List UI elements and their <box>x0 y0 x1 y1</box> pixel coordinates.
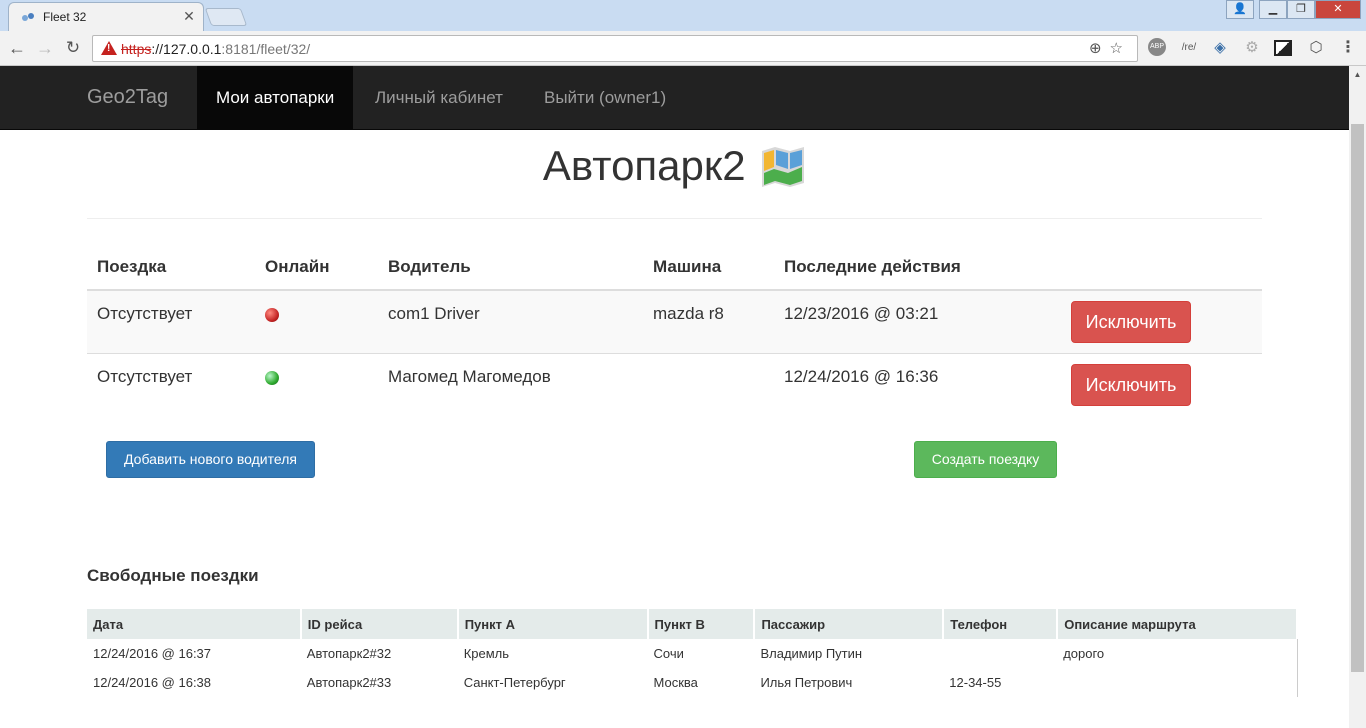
drivers-table: Поездка Онлайн Водитель Машина Последние… <box>87 244 1262 416</box>
header-online: Онлайн <box>255 244 378 291</box>
free-trips-header: Дата ID рейса Пункт А Пункт В Пассажир Т… <box>87 609 1298 639</box>
row-online <box>255 352 378 416</box>
row-last-action: 12/24/2016 @ 16:36 <box>774 352 1061 416</box>
browser-menu-icon[interactable]: ⋮ <box>1340 38 1356 58</box>
page-header: Автопарк2 <box>0 142 1349 190</box>
scroll-up-icon[interactable]: ▲ <box>1349 66 1366 83</box>
header-passenger[interactable]: Пассажир <box>754 609 945 639</box>
minimize-icon[interactable]: ▁ <box>1259 0 1287 19</box>
create-trip-button[interactable]: Создать поездку <box>914 441 1057 478</box>
header-flight-id[interactable]: ID рейса <box>300 609 459 639</box>
new-tab-button[interactable] <box>204 8 248 26</box>
row-trip: Отсутствует <box>87 352 255 416</box>
cell-route-description: дорого <box>1063 646 1105 661</box>
page-title: Автопарк2 <box>542 142 746 189</box>
nav-logout[interactable]: Выйти (owner1) <box>525 66 685 129</box>
nav-my-fleets[interactable]: Мои автопарки <box>197 66 354 129</box>
header-date[interactable]: Дата <box>87 609 302 639</box>
online-status-icon <box>265 370 279 385</box>
add-driver-button[interactable]: Добавить нового водителя <box>106 441 315 478</box>
drivers-table-header: Поездка Онлайн Водитель Машина Последние… <box>87 244 1262 291</box>
table-row[interactable]: 12/24/2016 @ 16:37 Автопарк2#32 Кремль С… <box>87 639 1297 668</box>
adblock-extension-icon[interactable]: ABP <box>1148 38 1166 56</box>
url-path: :8181/fleet/32/ <box>221 41 311 57</box>
regex-extension-icon[interactable]: /re/ <box>1178 38 1200 58</box>
header-last-action: Последние действия <box>774 244 1061 291</box>
cell-flight-id: Автопарк2#33 <box>306 675 392 690</box>
cell-route-description <box>1057 668 1297 697</box>
table-row: Отсутствует Магомед Магомедов 12/24/2016… <box>87 352 1262 416</box>
row-driver: Магомед Магомедов <box>378 352 643 416</box>
geo2tag-favicon-icon <box>22 13 34 21</box>
address-bar[interactable]: https://127.0.0.1:8181/fleet/32/ ⊕☆ <box>92 35 1138 62</box>
exclude-driver-button[interactable]: Исключить <box>1071 300 1191 343</box>
row-car <box>643 352 774 416</box>
table-right-border <box>1297 639 1298 697</box>
close-window-icon[interactable]: ✕ <box>1315 0 1361 19</box>
row-actions: Исключить <box>1061 352 1262 416</box>
cell-point-a: Санкт-Петербург <box>463 675 566 690</box>
row-trip: Отсутствует <box>87 289 255 353</box>
brand-logo[interactable]: Geo2Tag <box>87 86 168 109</box>
bookmark-star-icon[interactable]: ☆ <box>1110 40 1131 57</box>
cell-passenger: Владимир Путин <box>760 646 863 661</box>
forward-arrow-icon[interactable]: → <box>34 37 56 59</box>
cell-date: 12/24/2016 @ 16:37 <box>93 646 212 661</box>
table-row: Отсутствует com1 Driver mazda r8 12/23/2… <box>87 289 1262 353</box>
reload-icon[interactable]: ↻ <box>62 37 84 59</box>
url-text[interactable]: https://127.0.0.1:8181/fleet/32/ <box>121 41 310 57</box>
zoom-icon[interactable]: ⊕ <box>1089 40 1110 57</box>
browser-titlebar: Fleet 32 ✕ 👤 ▁ ❐ ✕ <box>0 0 1366 31</box>
extension-gear-icon[interactable]: ⚙ <box>1242 38 1262 58</box>
insecure-warning-icon[interactable] <box>101 41 117 55</box>
cell-flight-id: Автопарк2#32 <box>306 646 392 661</box>
maximize-icon[interactable]: ❐ <box>1287 0 1315 19</box>
map-icon[interactable] <box>760 145 806 187</box>
browser-tab[interactable]: Fleet 32 ✕ <box>8 2 204 31</box>
extension-shield-icon[interactable]: ◈ <box>1210 38 1230 58</box>
header-driver: Водитель <box>378 244 643 291</box>
header-point-a[interactable]: Пункт А <box>457 609 649 639</box>
site-navbar: Geo2Tag Мои автопарки Личный кабинет Вый… <box>0 66 1349 130</box>
page-scrollbar[interactable]: ▲ <box>1349 66 1366 728</box>
offline-status-icon <box>265 308 279 322</box>
back-arrow-icon[interactable]: ← <box>6 37 28 59</box>
extension-contrast-icon[interactable] <box>1274 40 1292 56</box>
cell-passenger: Илья Петрович <box>760 675 853 690</box>
header-point-b[interactable]: Пункт В <box>647 609 756 639</box>
extension-hex-icon[interactable]: ⬡ <box>1306 38 1326 58</box>
header-actions <box>1061 244 1262 291</box>
row-actions: Исключить <box>1061 289 1262 353</box>
title-divider <box>87 218 1262 219</box>
row-driver: com1 Driver <box>378 289 643 353</box>
free-trips-title: Свободные поездки <box>87 566 259 585</box>
cell-point-b: Москва <box>653 675 698 690</box>
nav-personal-cabinet[interactable]: Личный кабинет <box>356 66 522 129</box>
url-protocol: https <box>121 41 152 57</box>
header-route-description[interactable]: Описание маршрута <box>1057 609 1298 639</box>
header-phone[interactable]: Телефон <box>943 609 1059 639</box>
profile-icon[interactable]: 👤 <box>1226 0 1254 19</box>
row-last-action: 12/23/2016 @ 03:21 <box>774 289 1061 353</box>
tab-close-icon[interactable]: ✕ <box>181 7 197 25</box>
free-trips-table: Дата ID рейса Пункт А Пункт В Пассажир Т… <box>87 609 1298 697</box>
table-row[interactable]: 12/24/2016 @ 16:38 Автопарк2#33 Санкт-Пе… <box>87 668 1297 697</box>
row-car: mazda r8 <box>643 289 774 353</box>
cell-phone: 12-34-55 <box>949 675 1002 690</box>
cell-point-b: Сочи <box>653 646 684 661</box>
exclude-driver-button[interactable]: Исключить <box>1071 363 1191 406</box>
cell-date: 12/24/2016 @ 16:38 <box>93 675 212 690</box>
tab-title: Fleet 32 <box>43 10 87 24</box>
url-host: ://127.0.0.1 <box>151 41 222 57</box>
scroll-thumb[interactable] <box>1351 124 1364 672</box>
header-car: Машина <box>643 244 774 291</box>
cell-point-a: Кремль <box>463 646 510 661</box>
row-online <box>255 289 378 353</box>
cell-phone <box>943 639 1057 668</box>
header-trip: Поездка <box>87 244 255 291</box>
